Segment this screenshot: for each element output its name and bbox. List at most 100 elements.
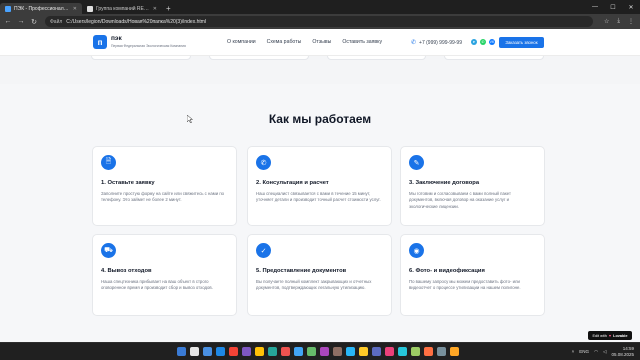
tab-favicon [5, 5, 11, 12]
nav-scheme[interactable]: Схема работы [267, 39, 302, 45]
tab-title: ПЭК - Профессиональная у [14, 5, 70, 12]
window-controls: — ☐ ✕ [586, 0, 640, 14]
whatsapp-icon[interactable]: ✆ [480, 39, 486, 45]
maximize-icon[interactable]: ☐ [604, 0, 622, 14]
taskbar-app-icon[interactable] [359, 347, 368, 356]
step-title: 2. Консультация и расчет [256, 180, 329, 186]
camera-icon: ◉ [409, 243, 424, 258]
step-card: ◉ 6. Фото- и видеофиксация По вашему зап… [400, 234, 545, 316]
section-title: Как мы работаем [268, 112, 372, 126]
phone-icon: ✆ [411, 40, 417, 46]
file-label: Файл [50, 18, 63, 25]
step-title: 1. Оставьте заявку [101, 180, 155, 186]
main-content: Как мы работаем 🗎 1. Оставьте заявку Зап… [0, 56, 640, 342]
step-text: По вашему запросу мы можем предоставить … [409, 279, 521, 291]
browser-actions: ☆ ⤓ ⋮ [604, 14, 634, 29]
step-card: ✎ 3. Заключение договора Мы готовим и со… [400, 146, 545, 226]
reload-icon[interactable]: ↻ [29, 18, 39, 26]
taskbar-apps [177, 347, 459, 356]
step-title: 3. Заключение договора [409, 180, 480, 186]
start-icon[interactable] [177, 347, 186, 356]
menu-icon[interactable]: ⋮ [628, 18, 634, 25]
taskbar-app-icon[interactable] [203, 347, 212, 356]
taskbar-app-icon[interactable] [437, 347, 446, 356]
taskbar-app-icon[interactable] [333, 347, 342, 356]
taskbar-app-icon[interactable] [346, 347, 355, 356]
taskbar-app-icon[interactable] [424, 347, 433, 356]
clock[interactable]: 14:59 05.08.2025 [611, 346, 634, 357]
taskbar-app-icon[interactable] [281, 347, 290, 356]
order-call-button[interactable]: Заказать звонок [499, 37, 544, 48]
taskbar-app-icon[interactable] [190, 347, 199, 356]
close-icon[interactable]: ✕ [73, 6, 77, 12]
badge-label: Edit with [592, 333, 607, 338]
pen-icon: ✎ [409, 155, 424, 170]
close-icon[interactable]: ✕ [153, 6, 157, 12]
download-icon[interactable]: ⤓ [617, 18, 620, 25]
taskbar-app-icon[interactable] [242, 347, 251, 356]
forward-icon[interactable]: → [16, 18, 26, 25]
previous-section-cards [91, 56, 544, 60]
taskbar-app-icon[interactable] [320, 347, 329, 356]
document-icon: 🗎 [101, 155, 116, 170]
nav-reviews[interactable]: Отзывы [312, 39, 331, 45]
system-tray: ˄ ENG ◠ ◁ 14:59 05.08.2025 [572, 346, 634, 357]
social-links: ➤ ✆ VK [471, 39, 495, 45]
step-card: ⛟ 4. Вывоз отходов Наша спецтехника приб… [92, 234, 237, 316]
nav-request[interactable]: Оставить заявку [342, 39, 382, 45]
step-card: ✓ 5. Предоставление документов Вы получа… [247, 234, 392, 316]
taskbar-app-icon[interactable] [450, 347, 459, 356]
url-text: C:/Users/legion/Downloads/Новая%20папка%… [66, 18, 207, 25]
taskbar-app-icon[interactable] [307, 347, 316, 356]
logo-name: пэк [111, 35, 122, 42]
step-text: Заполните простую форму на сайте или свя… [101, 191, 225, 203]
taskbar-app-icon[interactable] [216, 347, 225, 356]
edit-with-lovable-badge[interactable]: Edit with ♥ Lovable [588, 331, 632, 340]
previous-card [326, 56, 427, 60]
tab-red-tiger[interactable]: Группа компаний RED TIGER ✕ [82, 3, 162, 14]
taskbar-app-icon[interactable] [255, 347, 264, 356]
step-title: 6. Фото- и видеофиксация [409, 268, 485, 274]
language-indicator[interactable]: ENG [579, 349, 589, 354]
star-icon[interactable]: ☆ [604, 18, 609, 25]
step-text: Мы готовим и согласовываем с вами полный… [409, 191, 511, 209]
wifi-icon[interactable]: ◠ [594, 349, 598, 355]
tab-pek[interactable]: ПЭК - Профессиональная у ✕ [0, 3, 82, 14]
taskbar-app-icon[interactable] [385, 347, 394, 356]
volume-icon[interactable]: ◁ [603, 349, 606, 355]
close-window-icon[interactable]: ✕ [622, 0, 640, 14]
tab-favicon [87, 5, 93, 12]
vk-icon[interactable]: VK [489, 39, 495, 45]
browser-tab-bar: ПЭК - Профессиональная у ✕ Группа компан… [0, 0, 640, 14]
nav-about[interactable]: О компании [227, 39, 256, 45]
step-title: 4. Вывоз отходов [101, 268, 152, 274]
phone-link[interactable]: ✆ +7 (999) 999-99-99 [411, 39, 462, 47]
taskbar-app-icon[interactable] [229, 347, 238, 356]
new-tab-icon[interactable]: + [166, 4, 171, 13]
step-text: Вы получаете полный комплект закрывающих… [256, 279, 372, 291]
taskbar-app-icon[interactable] [398, 347, 407, 356]
taskbar-app-icon[interactable] [268, 347, 277, 356]
truck-icon: ⛟ [101, 243, 116, 258]
step-card: ✆ 2. Консультация и расчет Наш специалис… [247, 146, 392, 226]
back-icon[interactable]: ← [3, 18, 13, 25]
taskbar-app-icon[interactable] [411, 347, 420, 356]
logo-icon[interactable]: п [93, 35, 107, 49]
address-bar-row: ← → ↻ Файл C:/Users/legion/Downloads/Нов… [0, 14, 640, 29]
previous-card [444, 56, 544, 60]
url-input[interactable]: Файл C:/Users/legion/Downloads/Новая%20п… [45, 16, 593, 27]
main-nav: О компании Схема работы Отзывы Оставить … [227, 39, 382, 45]
taskbar-app-icon[interactable] [294, 347, 303, 356]
tray-chevron-icon[interactable]: ˄ [572, 349, 575, 354]
step-text: Наш специалист связывается с вами в тече… [256, 191, 381, 203]
site-header: п пэк Первая Федеральная Экологическая К… [0, 29, 640, 56]
heart-icon: ♥ [608, 333, 612, 338]
telegram-icon[interactable]: ➤ [471, 39, 477, 45]
step-text: Наша спецтехника прибывает на ваш объект… [101, 279, 213, 291]
windows-taskbar: ˄ ENG ◠ ◁ 14:59 05.08.2025 [0, 342, 640, 360]
taskbar-app-icon[interactable] [372, 347, 381, 356]
clock-date: 05.08.2025 [611, 351, 634, 357]
phone-icon: ✆ [256, 155, 271, 170]
minimize-icon[interactable]: — [586, 0, 604, 14]
previous-card [91, 56, 191, 60]
